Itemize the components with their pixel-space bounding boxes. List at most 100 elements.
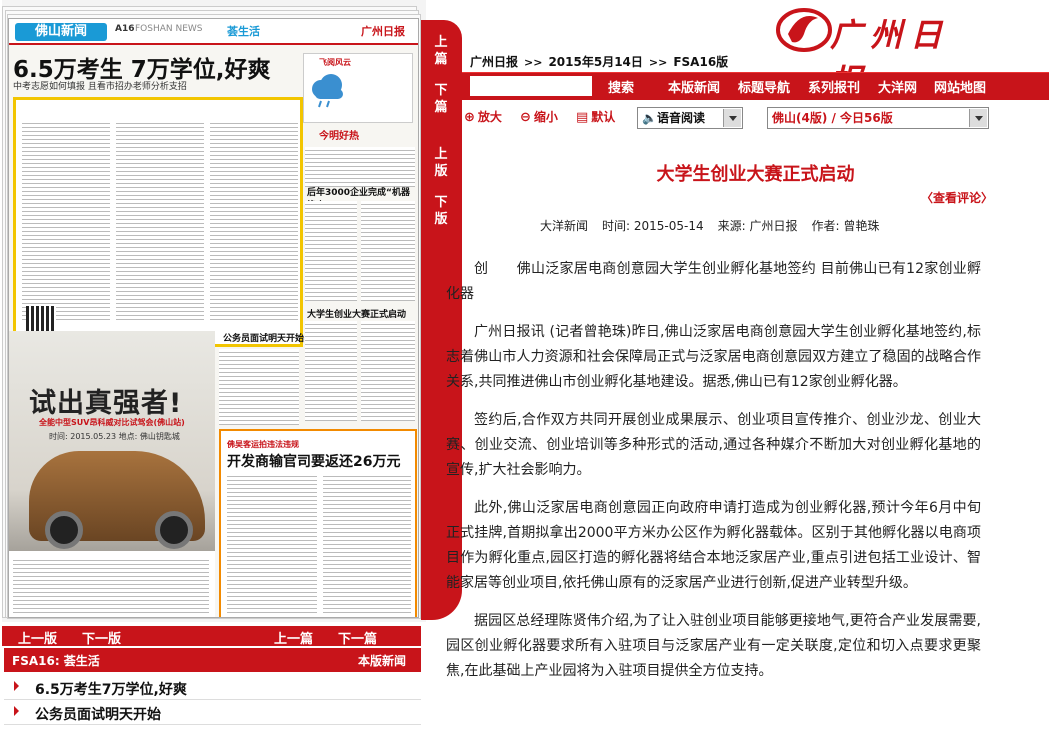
nav-link-title-nav[interactable]: 标题导航 bbox=[738, 77, 790, 96]
next-page-vertical-link[interactable]: 下版 bbox=[429, 194, 453, 228]
search-input[interactable] bbox=[470, 76, 592, 96]
prev-article-link[interactable]: 上一篇 bbox=[274, 628, 313, 647]
article-time: 2015-05-14 bbox=[633, 219, 704, 233]
author-label: 作者: bbox=[811, 219, 840, 233]
np-text-column bbox=[305, 201, 357, 301]
search-button[interactable]: 搜索 bbox=[608, 77, 634, 96]
toolbar: ⊕ 放大 ⊖ 缩小 ▤ 默认 🔈语音阅读 佛山(4版) / 今日56版 bbox=[462, 104, 1049, 132]
list-item-title[interactable]: 公务员面试明天开始 bbox=[35, 704, 161, 724]
voice-read-select[interactable]: 🔈语音阅读 bbox=[637, 107, 743, 129]
breadcrumb-item[interactable]: FSA16版 bbox=[673, 55, 728, 69]
next-page-link[interactable]: 下一版 bbox=[82, 628, 121, 647]
document-icon: ▤ bbox=[576, 110, 589, 125]
np-text-column bbox=[116, 120, 204, 320]
view-comments-link[interactable]: 〈查看评论〉 bbox=[921, 189, 993, 206]
np-page-no: A16 bbox=[115, 24, 135, 34]
nav-link-sitemap[interactable]: 网站地图 bbox=[934, 77, 986, 96]
arrow-icon bbox=[14, 681, 19, 691]
zoom-out-icon: ⊖ bbox=[520, 110, 531, 125]
np-weather-title: 今明好热 bbox=[319, 131, 359, 142]
np-text-column bbox=[361, 201, 415, 301]
article-paragraph: 广州日报讯 (记者曾艳珠)昨日,佛山泛家居电商创意园大学生创业孵化基地签约,标志… bbox=[446, 324, 981, 390]
edition-select[interactable]: 佛山(4版) / 今日56版 bbox=[767, 107, 989, 129]
np-text-column bbox=[305, 147, 415, 187]
np-text-column bbox=[361, 321, 415, 421]
np-section: 荟生活 bbox=[227, 25, 260, 38]
article-author: 曾艳珠 bbox=[843, 219, 880, 233]
zoom-in-label: 放大 bbox=[477, 110, 502, 124]
article-body: 创 佛山泛家居电商创意园大学生创业孵化基地签约 目前佛山已有12家创业孵化器 广… bbox=[446, 257, 981, 697]
nav-link-series[interactable]: 系列报刊 bbox=[808, 77, 860, 96]
np-text-column bbox=[13, 557, 209, 613]
site-logo[interactable]: 广州日报 bbox=[774, 4, 984, 100]
article-paragraph: 此外,佛山泛家居电商创意园正向政府申请打造成为创业孵化器,预计今年6月中旬正式挂… bbox=[446, 500, 981, 591]
nav-link-dayoo[interactable]: 大洋网 bbox=[878, 77, 917, 96]
time-label: 时间: bbox=[602, 219, 631, 233]
goat-emblem-icon bbox=[776, 8, 832, 52]
ad-subtitle: 全能中型SUV昂科威对比试驾会(佛山站) bbox=[39, 418, 185, 427]
newspaper-page-image[interactable]: 佛山新闻 A16 FOSHAN NEWS 荟生活 广州日报 6.5万考生 7万学… bbox=[8, 18, 419, 618]
prev-page-link[interactable]: 上一版 bbox=[18, 628, 57, 647]
breadcrumb: 广州日报 >> 2015年5月14日 >> FSA16版 bbox=[470, 53, 728, 70]
np-feature-box bbox=[13, 97, 303, 347]
chevron-down-icon bbox=[723, 109, 741, 127]
article-paragraph: 创 佛山泛家居电商创意园大学生创业孵化基地签约 目前佛山已有12家创业孵化器 bbox=[446, 261, 981, 302]
np-story-title: 公务员面试明天开始 bbox=[223, 334, 305, 344]
np-box-title: 开发商输官司要返还26万元 bbox=[227, 454, 401, 470]
article-origin: 广州日报 bbox=[749, 219, 798, 233]
next-article-vertical-link[interactable]: 下篇 bbox=[429, 82, 453, 116]
np-text-column bbox=[323, 473, 411, 613]
breadcrumb-separator: >> bbox=[524, 56, 543, 69]
ad-date: 时间: 2015.05.23 地点: 佛山钥匙城 bbox=[49, 432, 180, 441]
voice-read-label: 语音阅读 bbox=[656, 111, 705, 125]
np-subheadline: 中考志愿如何填报 且看市招办老师分析支招 bbox=[13, 82, 187, 92]
origin-label: 来源: bbox=[717, 219, 746, 233]
np-page-name: FOSHAN NEWS bbox=[135, 24, 203, 34]
article-paragraph: 据园区总经理陈贤伟介绍,为了让入驻创业项目能够更接地气,更符合产业发展需要,园区… bbox=[446, 613, 981, 679]
wheel-icon bbox=[45, 511, 83, 549]
ad-title: 试出真强者! bbox=[29, 388, 183, 419]
section-label: FSA16: 荟生活 bbox=[12, 654, 100, 668]
breadcrumb-separator: >> bbox=[648, 56, 668, 69]
np-story-title: 大学生创业大赛正式启动 bbox=[307, 310, 407, 320]
newspaper-viewer: 佛山新闻 A16 FOSHAN NEWS 荟生活 广州日报 6.5万考生 7万学… bbox=[0, 0, 462, 729]
speaker-icon: 🔈 bbox=[642, 111, 657, 125]
article-source-site: 大洋新闻 bbox=[540, 219, 589, 233]
default-size-label: 默认 bbox=[591, 110, 616, 124]
np-boxed-story: 佛吴客运拍违法违规 开发商输官司要返还26万元 bbox=[219, 429, 417, 617]
np-box-head: 佛吴客运拍违法违规 bbox=[227, 440, 299, 449]
np-weather-label: 飞阅风云 bbox=[319, 58, 351, 67]
next-article-link[interactable]: 下一篇 bbox=[338, 628, 377, 647]
arrow-icon bbox=[14, 706, 19, 716]
zoom-in-icon: ⊕ bbox=[464, 110, 475, 125]
breadcrumb-item[interactable]: 2015年5月14日 bbox=[548, 55, 642, 69]
section-news-link[interactable]: 本版新闻 bbox=[358, 652, 406, 669]
list-item-title[interactable]: 6.5万考生7万学位,好爽 bbox=[35, 679, 187, 699]
chevron-down-icon bbox=[969, 109, 987, 127]
breadcrumb-item[interactable]: 广州日报 bbox=[470, 55, 518, 69]
default-size-button[interactable]: ▤ 默认 bbox=[576, 108, 615, 125]
article-paragraph: 签约后,合作双方共同开展创业成果展示、创业项目宣传推介、创业沙龙、创业大赛、创业… bbox=[446, 412, 981, 478]
np-logo: 佛山新闻 bbox=[15, 23, 107, 41]
zoom-out-button[interactable]: ⊖ 缩小 bbox=[520, 108, 558, 125]
list-item[interactable]: 公务员面试明天开始 bbox=[4, 701, 421, 725]
list-item[interactable]: 6.5万考生7万学位,好爽 bbox=[4, 676, 421, 700]
np-text-column bbox=[227, 473, 317, 613]
nav-link-page-news[interactable]: 本版新闻 bbox=[668, 77, 720, 96]
zoom-in-button[interactable]: ⊕ 放大 bbox=[464, 108, 502, 125]
article-meta: 大洋新闻 时间: 2015-05-14 来源: 广州日报 作者: 曾艳珠 bbox=[540, 217, 893, 234]
np-text-column bbox=[219, 349, 299, 425]
weather-cloud-icon bbox=[312, 74, 343, 108]
wheel-icon bbox=[155, 511, 193, 549]
ad-footer bbox=[9, 551, 215, 617]
prev-article-vertical-link[interactable]: 上篇 bbox=[429, 34, 453, 68]
zoom-out-label: 缩小 bbox=[533, 110, 558, 124]
article-title: 大学生创业大赛正式启动 bbox=[656, 164, 855, 185]
np-paper-name: 广州日报 bbox=[361, 25, 405, 38]
np-text-column bbox=[22, 120, 110, 320]
page-nav-bar: 上一版 下一版 上一篇 下一篇 bbox=[2, 626, 421, 647]
prev-page-vertical-link[interactable]: 上版 bbox=[429, 146, 453, 180]
np-text-column bbox=[210, 120, 298, 320]
np-car-advertisement: 试出真强者! 全能中型SUV昂科威对比试驾会(佛山站) 时间: 2015.05.… bbox=[9, 331, 215, 617]
np-masthead: 佛山新闻 A16 FOSHAN NEWS 荟生活 广州日报 bbox=[9, 19, 418, 45]
